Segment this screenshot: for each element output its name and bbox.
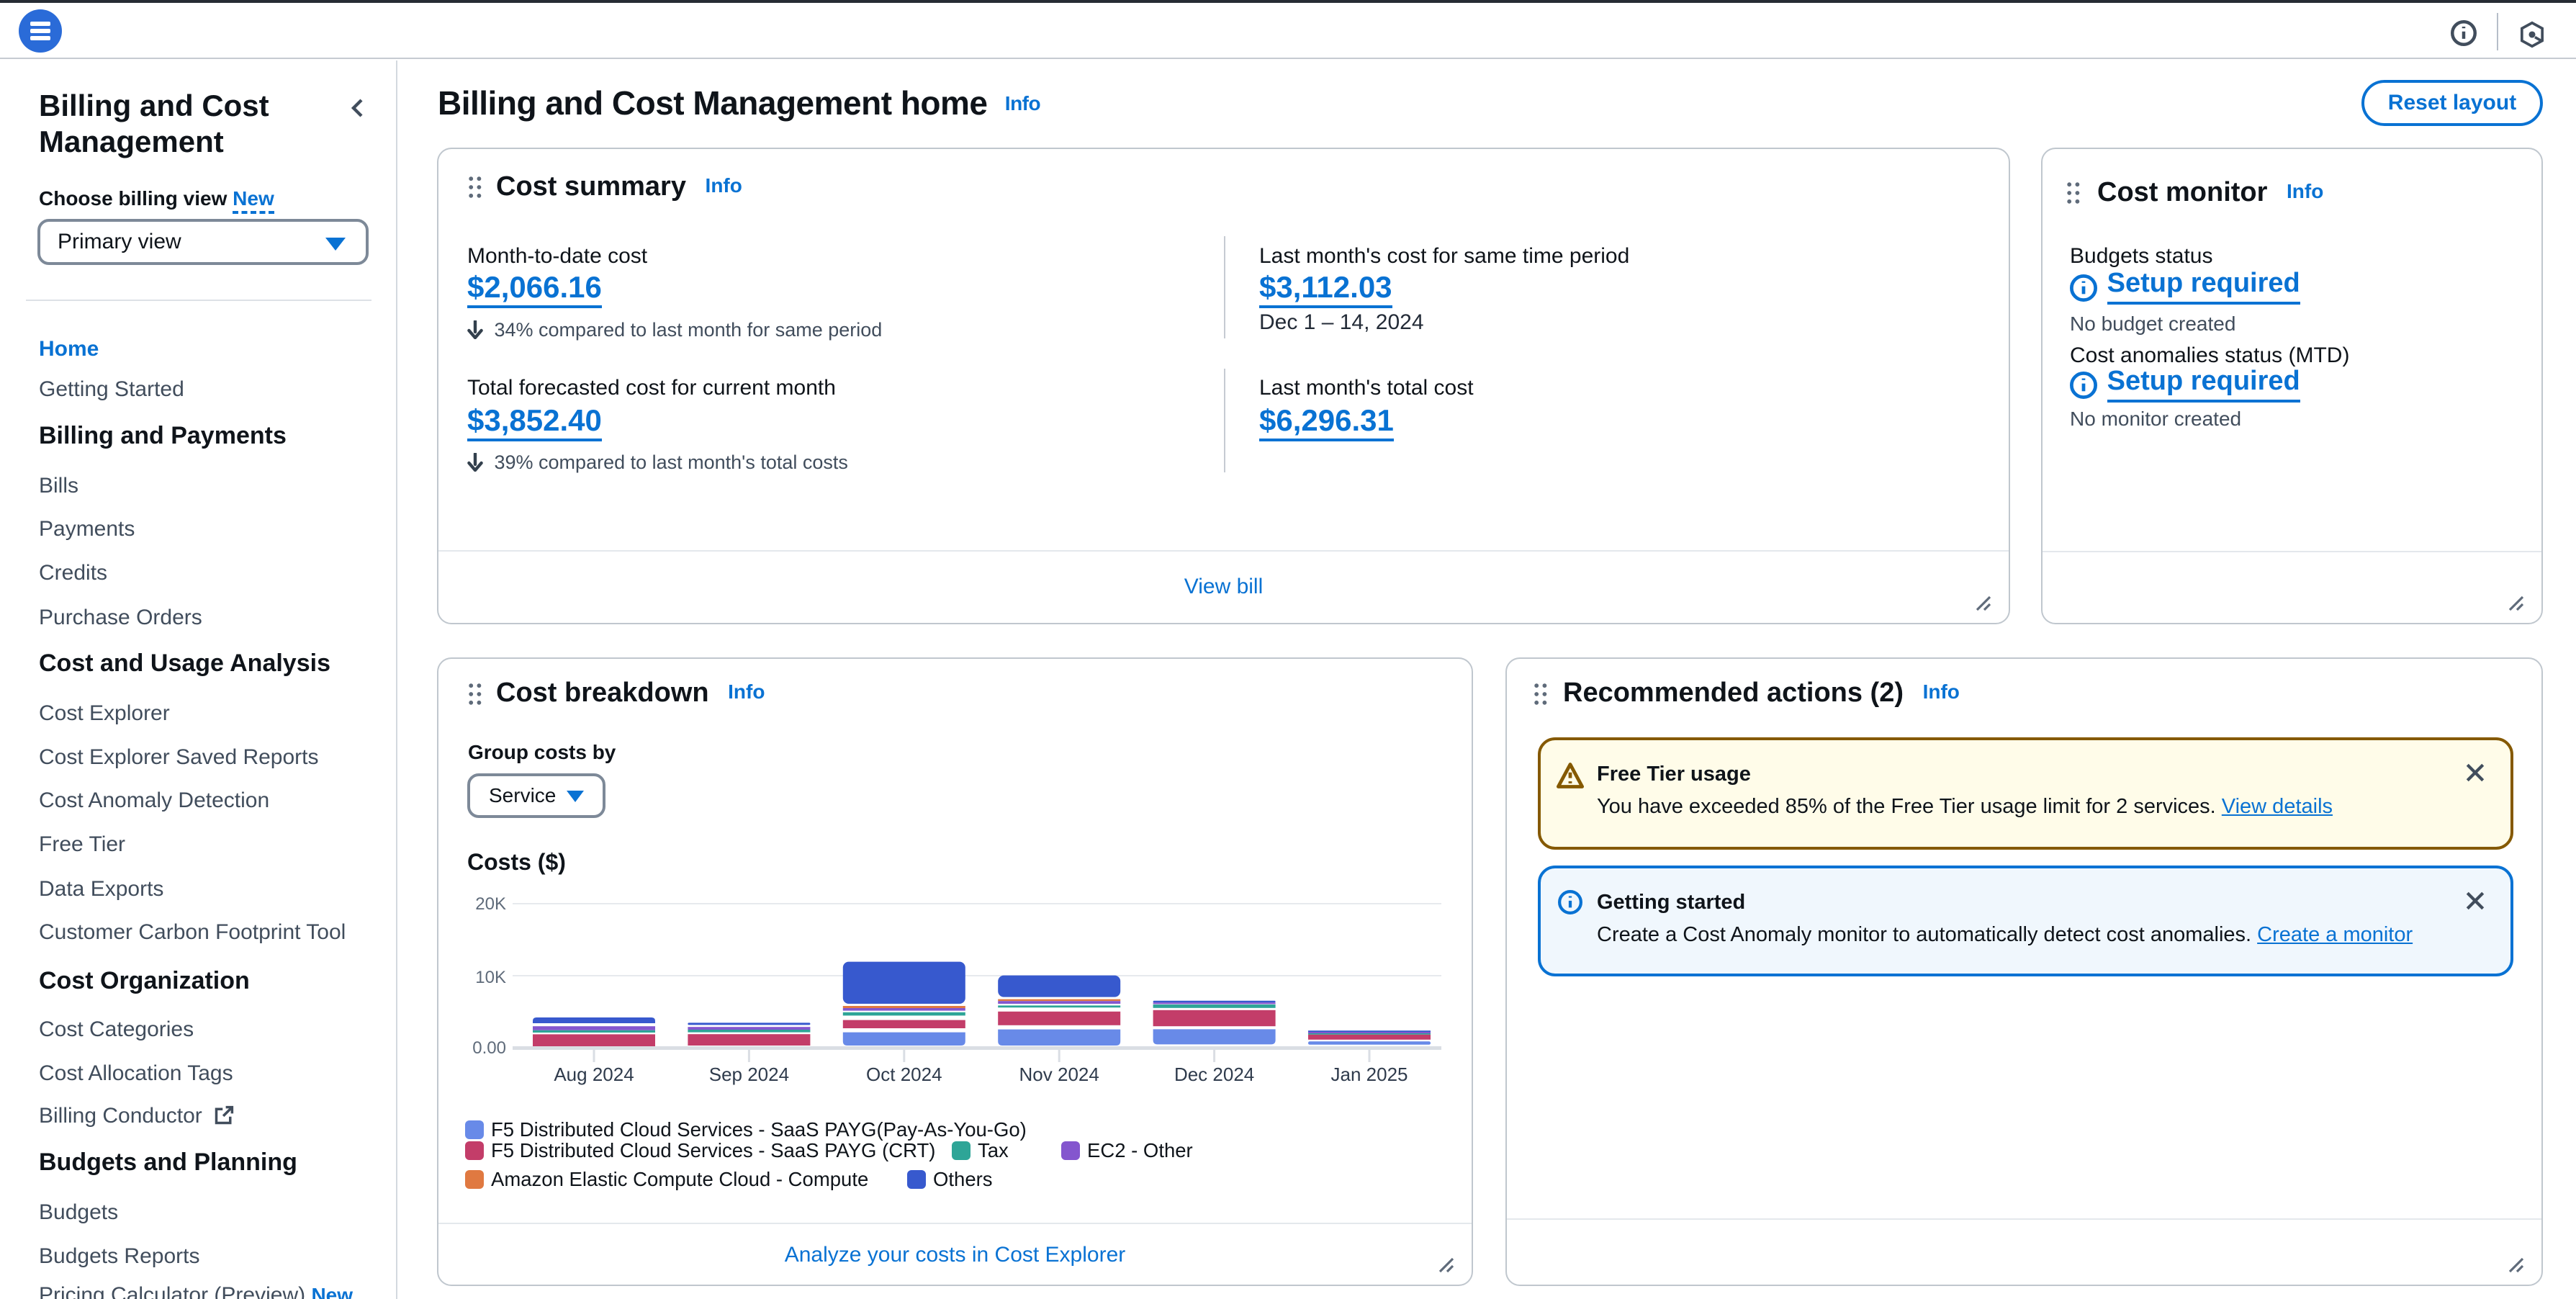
svg-text:Jan 2025: Jan 2025 [1331, 1064, 1408, 1085]
svg-text:Dec 2024: Dec 2024 [1174, 1064, 1254, 1085]
svg-text:Nov 2024: Nov 2024 [1019, 1064, 1099, 1085]
svg-text:20K: 20K [475, 894, 506, 914]
svg-text:10K: 10K [475, 968, 506, 987]
svg-text:Oct 2024: Oct 2024 [866, 1064, 942, 1085]
svg-text:Sep 2024: Sep 2024 [709, 1064, 789, 1085]
svg-text:Aug 2024: Aug 2024 [554, 1064, 634, 1085]
svg-text:0.00: 0.00 [472, 1038, 506, 1058]
